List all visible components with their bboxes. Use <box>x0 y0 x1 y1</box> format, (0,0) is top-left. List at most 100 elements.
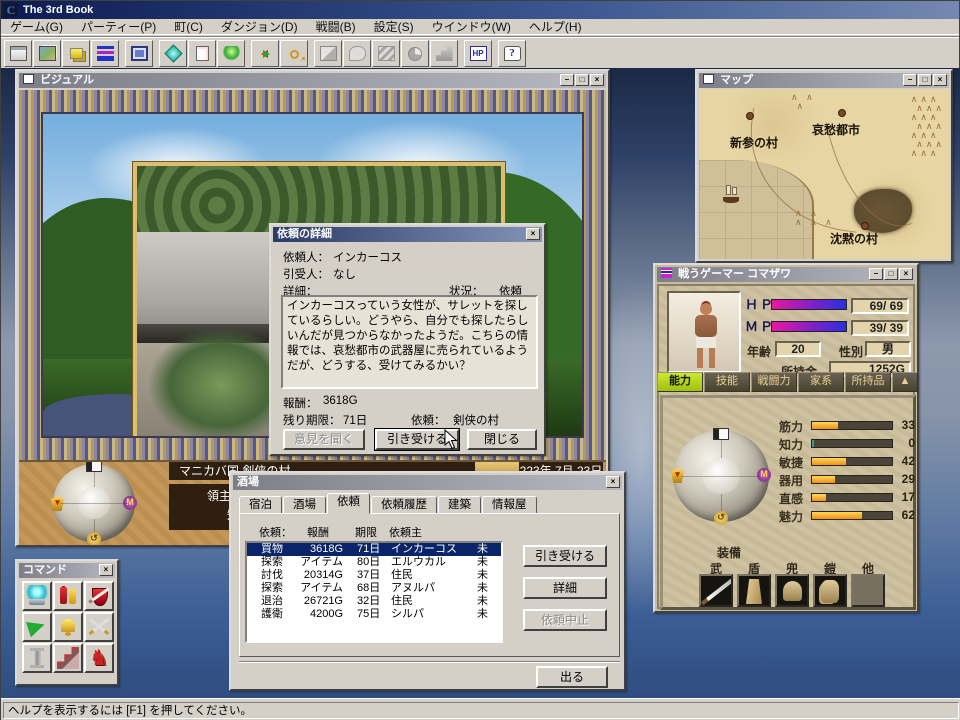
menu-item-4[interactable]: 戦闘(B) <box>307 19 365 35</box>
maximize-icon[interactable]: □ <box>918 74 932 86</box>
equip-slot-3[interactable] <box>813 574 847 607</box>
minimize-icon[interactable]: – <box>903 74 917 86</box>
maximize-icon[interactable]: □ <box>884 268 898 280</box>
bell-icon-button[interactable] <box>53 612 83 642</box>
tavern-tab-2[interactable]: 依頼 <box>327 493 370 514</box>
camera-icon[interactable] <box>86 460 102 472</box>
speech-bubble-icon-button[interactable] <box>343 40 371 67</box>
quest-row-3[interactable]: 探索アイテム68日アヌルパ未 <box>247 582 501 595</box>
collapse-arrow-icon[interactable]: ▲ <box>892 372 918 392</box>
quest-row-0[interactable]: 買物3618G71日インカーコス未 <box>247 543 501 556</box>
stat-label-3: 器用 <box>779 472 809 489</box>
map-title-bar[interactable]: マップ – □ × <box>699 73 949 88</box>
maximize-icon[interactable]: □ <box>575 74 589 86</box>
party-list-icon-button[interactable] <box>91 40 119 67</box>
close-button[interactable]: 閉じる <box>467 429 537 450</box>
quest-row-5[interactable]: 護衛4200G75日シルパ未 <box>247 608 501 621</box>
close-icon[interactable]: × <box>526 228 540 240</box>
item-box-icon-button[interactable] <box>314 40 342 67</box>
quest-row-2[interactable]: 討伐20314G37日住民未 <box>247 569 501 582</box>
menu-item-6[interactable]: ウインドウ(W) <box>423 19 520 35</box>
hp-monitor-icon-button[interactable]: HP <box>464 40 492 67</box>
character-title-bar[interactable]: 戦うゲーマー コマザワ – □ × <box>657 267 915 282</box>
quest-row-4[interactable]: 退治26721G32日住民未 <box>247 595 501 608</box>
green-lamp-icon-button[interactable] <box>217 40 245 67</box>
equip-slot-2[interactable] <box>775 574 809 607</box>
magic-icon[interactable]: M <box>123 496 137 510</box>
minimize-icon[interactable]: – <box>869 268 883 280</box>
close-icon[interactable]: × <box>933 74 947 86</box>
bottles-icon-button[interactable] <box>53 581 83 611</box>
swirl-icon[interactable]: ↺ <box>714 511 728 525</box>
command-orb[interactable]: ▾ M ↺ <box>53 464 135 542</box>
fountain-icon-button[interactable] <box>22 581 52 611</box>
visual-title-bar[interactable]: ビジュアル – □ × <box>19 73 606 88</box>
menu-item-2[interactable]: 町(C) <box>165 19 212 35</box>
dialog-title-bar[interactable]: 依頼の詳細 × <box>273 227 542 242</box>
horse-icon: ♞ <box>88 647 110 669</box>
picture-frame-icon-button[interactable] <box>125 40 153 67</box>
map-canvas[interactable]: ∧∧∧ ∧∧∧ ∧∧∧ ∧∧∧ ∧∧∧ ∧∧∧ ∧∧∧ ∧ ∧ ∧ ∧ ∧ ∧ … <box>699 89 949 259</box>
close-icon[interactable]: × <box>590 74 604 86</box>
tavern-tab-4[interactable]: 建築 <box>438 496 481 514</box>
gold-cards-icon-button[interactable] <box>62 40 90 67</box>
menu-item-1[interactable]: パーティー(P) <box>72 19 165 35</box>
cmd-stairs-icon <box>57 647 79 669</box>
pie-chart-icon-button[interactable] <box>401 40 429 67</box>
close-icon[interactable]: × <box>606 476 620 488</box>
cmd-stairs-icon-button[interactable] <box>53 643 83 673</box>
key-icon-button[interactable] <box>280 40 308 67</box>
tavern-tab-5[interactable]: 情報屋 <box>482 496 537 514</box>
quest-description[interactable]: インカーコスっていう女性が、サレットを探しているらしい。どうやら、自分でも探した… <box>281 295 538 389</box>
command-title-bar[interactable]: コマンド × <box>19 563 115 578</box>
city-dot[interactable] <box>838 109 846 117</box>
main-title-bar[interactable]: C The 3rd Book <box>1 1 959 19</box>
village-dot[interactable] <box>746 112 754 120</box>
pillar-icon-button[interactable] <box>22 643 52 673</box>
tavern-tab-3[interactable]: 依頼履歴 <box>371 496 437 514</box>
tavern-title-bar[interactable]: 酒場 × <box>233 475 622 490</box>
notepad-icon-button[interactable] <box>188 40 216 67</box>
opinion-button[interactable]: 意見を聞く <box>283 429 365 450</box>
equip-slot-4[interactable] <box>851 574 885 607</box>
quest-type: 買物 <box>261 543 297 556</box>
minimize-icon[interactable]: – <box>560 74 574 86</box>
new-window-icon-button[interactable] <box>4 40 32 67</box>
equip-slot-0[interactable] <box>699 574 733 607</box>
tavern-tab-0[interactable]: 宿泊 <box>239 496 282 514</box>
help-icon-button[interactable]: ? <box>498 40 526 67</box>
move-arrow-icon-button[interactable] <box>22 612 52 642</box>
char-tab-1[interactable]: 技能 <box>704 372 750 392</box>
stairs-icon-button[interactable] <box>430 40 458 67</box>
village-dot[interactable] <box>861 222 869 230</box>
menu-item-7[interactable]: ヘルプ(H) <box>520 19 591 35</box>
menu-item-3[interactable]: ダンジョン(D) <box>212 19 307 35</box>
trade-arrows-icon-button[interactable] <box>251 40 279 67</box>
crossed-swords-icon-button[interactable] <box>84 612 114 642</box>
char-tab-0[interactable]: 能力 <box>657 372 703 392</box>
shield-sword-icon-button[interactable] <box>84 581 114 611</box>
close-icon[interactable]: × <box>99 564 113 576</box>
quest-list[interactable]: 買物3618G71日インカーコス未探索アイテム80日エルウカル未討伐20314G… <box>245 541 503 643</box>
ability-orb[interactable]: ▾ M ↺ <box>673 430 769 522</box>
diagonal-stripe-icon-button[interactable] <box>372 40 400 67</box>
compass-star-icon-button[interactable] <box>159 40 187 67</box>
equip-slot-1[interactable] <box>737 574 771 607</box>
tavern-tab-1[interactable]: 酒場 <box>283 496 326 514</box>
visual-icon-button[interactable] <box>33 40 61 67</box>
magic-icon[interactable]: M <box>757 468 771 482</box>
menu-item-5[interactable]: 設定(S) <box>365 19 423 35</box>
menu-item-0[interactable]: ゲーム(G) <box>1 19 72 35</box>
camera-icon[interactable] <box>713 428 729 440</box>
shield-icon[interactable]: ▾ <box>51 496 64 511</box>
stat-value-0: 33 <box>895 418 915 432</box>
shield-icon[interactable]: ▾ <box>671 468 684 483</box>
horse-icon-button[interactable]: ♞ <box>84 643 114 673</box>
swirl-icon[interactable]: ↺ <box>87 532 101 545</box>
char-tab-4[interactable]: 所持品 <box>845 372 891 392</box>
quest-row-1[interactable]: 探索アイテム80日エルウカル未 <box>247 556 501 569</box>
close-icon[interactable]: × <box>899 268 913 280</box>
exit-button[interactable]: 出る <box>536 666 608 688</box>
char-tab-2[interactable]: 戦闘力 <box>751 372 797 392</box>
char-tab-3[interactable]: 家系 <box>798 372 844 392</box>
